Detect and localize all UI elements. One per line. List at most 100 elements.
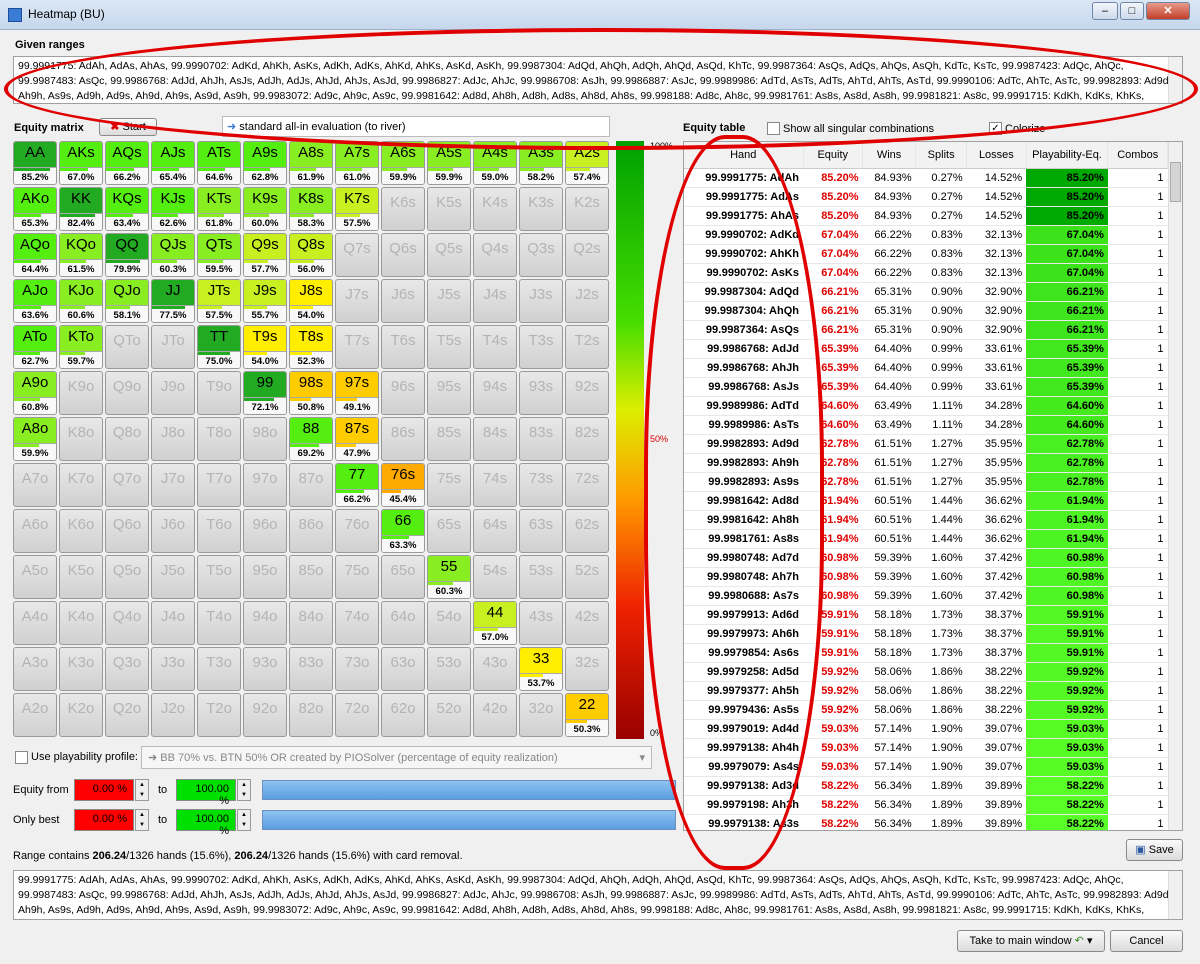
matrix-cell[interactable]: T5o xyxy=(197,555,241,599)
matrix-cell[interactable]: K5s xyxy=(427,187,471,231)
matrix-cell[interactable]: Q4o xyxy=(105,601,149,645)
matrix-cell[interactable]: 73o xyxy=(335,647,379,691)
matrix-cell[interactable]: K9o xyxy=(59,371,103,415)
matrix-cell[interactable]: 83s xyxy=(519,417,563,461)
matrix-cell[interactable]: 42s xyxy=(565,601,609,645)
matrix-cell[interactable]: 65s xyxy=(427,509,471,553)
equity-to-field[interactable]: 100.00 % xyxy=(176,779,236,807)
matrix-cell[interactable]: QTo xyxy=(105,325,149,369)
matrix-cell[interactable]: 93s xyxy=(519,371,563,415)
matrix-cell[interactable]: 85.2% AA xyxy=(13,141,57,185)
matrix-cell[interactable]: 72o xyxy=(335,693,379,737)
close-button[interactable]: ✕ xyxy=(1146,2,1190,20)
matrix-cell[interactable]: Q5s xyxy=(427,233,471,277)
matrix-cell[interactable]: T3o xyxy=(197,647,241,691)
matrix-cell[interactable]: K2s xyxy=(565,187,609,231)
matrix-cell[interactable]: 93o xyxy=(243,647,287,691)
matrix-cell[interactable]: 92o xyxy=(243,693,287,737)
matrix-cell[interactable]: A2o xyxy=(13,693,57,737)
only-best-from-field[interactable]: 0.00 % xyxy=(74,809,134,831)
matrix-cell[interactable]: 85o xyxy=(289,555,333,599)
matrix-cell[interactable]: A7o xyxy=(13,463,57,507)
matrix-cell[interactable]: J5s xyxy=(427,279,471,323)
equity-to-spinner[interactable]: ▲ ▼ xyxy=(237,779,251,801)
matrix-cell[interactable]: 64o xyxy=(381,601,425,645)
matrix-cell[interactable]: 58.1% QJo xyxy=(105,279,149,323)
equity-from-spinner[interactable]: ▲ ▼ xyxy=(135,779,149,801)
matrix-cell[interactable]: K3o xyxy=(59,647,103,691)
matrix-cell[interactable]: 63o xyxy=(381,647,425,691)
matrix-cell[interactable]: T8o xyxy=(197,417,241,461)
matrix-cell[interactable]: 59.9% A8o xyxy=(13,417,57,461)
matrix-cell[interactable]: 45.4% 76s xyxy=(381,463,425,507)
matrix-cell[interactable]: 86o xyxy=(289,509,333,553)
matrix-cell[interactable]: T2o xyxy=(197,693,241,737)
matrix-cell[interactable]: K4s xyxy=(473,187,517,231)
matrix-cell[interactable]: 75.0% TT xyxy=(197,325,241,369)
column-header[interactable]: Splits xyxy=(915,142,968,169)
matrix-cell[interactable]: Q8o xyxy=(105,417,149,461)
column-header[interactable]: Wins xyxy=(862,142,917,169)
matrix-cell[interactable]: 62o xyxy=(381,693,425,737)
matrix-cell[interactable]: 73s xyxy=(519,463,563,507)
matrix-cell[interactable]: 52o xyxy=(427,693,471,737)
maximize-button[interactable]: □ xyxy=(1120,2,1144,20)
matrix-cell[interactable]: 57.7% Q9s xyxy=(243,233,287,277)
matrix-cell[interactable]: 63s xyxy=(519,509,563,553)
matrix-cell[interactable]: 96o xyxy=(243,509,287,553)
matrix-cell[interactable]: 61.9% A8s xyxy=(289,141,333,185)
table-scrollbar[interactable] xyxy=(1168,142,1182,830)
matrix-cell[interactable]: 59.9% A6s xyxy=(381,141,425,185)
matrix-cell[interactable]: 95o xyxy=(243,555,287,599)
matrix-cell[interactable]: 32o xyxy=(519,693,563,737)
matrix-cell[interactable]: 54o xyxy=(427,601,471,645)
matrix-cell[interactable]: 84o xyxy=(289,601,333,645)
only-best-slider[interactable] xyxy=(262,810,676,830)
matrix-cell[interactable]: 61.0% A7s xyxy=(335,141,379,185)
matrix-cell[interactable]: T7o xyxy=(197,463,241,507)
matrix-cell[interactable]: 83o xyxy=(289,647,333,691)
playability-select[interactable]: ➜ BB 70% vs. BTN 50% OR created by PIOSo… xyxy=(141,746,652,769)
matrix-cell[interactable]: 65.3% AKo xyxy=(13,187,57,231)
matrix-cell[interactable]: 62.6% KJs xyxy=(151,187,195,231)
matrix-cell[interactable]: Q2s xyxy=(565,233,609,277)
matrix-cell[interactable]: T7s xyxy=(335,325,379,369)
matrix-cell[interactable]: 86s xyxy=(381,417,425,461)
matrix-cell[interactable]: 62.7% ATo xyxy=(13,325,57,369)
matrix-cell[interactable]: 75s xyxy=(427,463,471,507)
matrix-cell[interactable]: K6s xyxy=(381,187,425,231)
matrix-cell[interactable]: K7o xyxy=(59,463,103,507)
matrix-cell[interactable]: T4s xyxy=(473,325,517,369)
matrix-cell[interactable]: A4o xyxy=(13,601,57,645)
matrix-cell[interactable]: 92s xyxy=(565,371,609,415)
matrix-cell[interactable]: 55.7% J9s xyxy=(243,279,287,323)
matrix-cell[interactable]: 97o xyxy=(243,463,287,507)
matrix-cell[interactable]: 94s xyxy=(473,371,517,415)
matrix-cell[interactable]: 58.3% K8s xyxy=(289,187,333,231)
matrix-cell[interactable]: 69.2% 88 xyxy=(289,417,333,461)
matrix-cell[interactable]: K5o xyxy=(59,555,103,599)
matrix-cell[interactable]: K2o xyxy=(59,693,103,737)
matrix-cell[interactable]: 52.3% T8s xyxy=(289,325,333,369)
matrix-cell[interactable]: J9o xyxy=(151,371,195,415)
matrix-cell[interactable]: T6o xyxy=(197,509,241,553)
matrix-cell[interactable]: 94o xyxy=(243,601,287,645)
matrix-cell[interactable]: JTo xyxy=(151,325,195,369)
column-header[interactable]: Combos xyxy=(1107,142,1168,169)
matrix-cell[interactable]: T9o xyxy=(197,371,241,415)
matrix-cell[interactable]: 53.7% 33 xyxy=(519,647,563,691)
matrix-cell[interactable]: 57.5% K7s xyxy=(335,187,379,231)
matrix-cell[interactable]: 54s xyxy=(473,555,517,599)
matrix-cell[interactable]: 79.9% QQ xyxy=(105,233,149,277)
take-to-main-window-button[interactable]: Take to main window ↶ ▾ xyxy=(957,930,1105,952)
matrix-cell[interactable]: 64.4% AQo xyxy=(13,233,57,277)
equity-from-field[interactable]: 0.00 % xyxy=(74,779,134,801)
matrix-cell[interactable]: 77.5% JJ xyxy=(151,279,195,323)
matrix-cell[interactable]: 84s xyxy=(473,417,517,461)
matrix-cell[interactable]: 72s xyxy=(565,463,609,507)
matrix-cell[interactable]: 50.3% 22 xyxy=(565,693,609,737)
matrix-cell[interactable]: K4o xyxy=(59,601,103,645)
matrix-cell[interactable]: 60.3% 55 xyxy=(427,555,471,599)
matrix-cell[interactable]: 66.2% 77 xyxy=(335,463,379,507)
matrix-cell[interactable]: J4s xyxy=(473,279,517,323)
